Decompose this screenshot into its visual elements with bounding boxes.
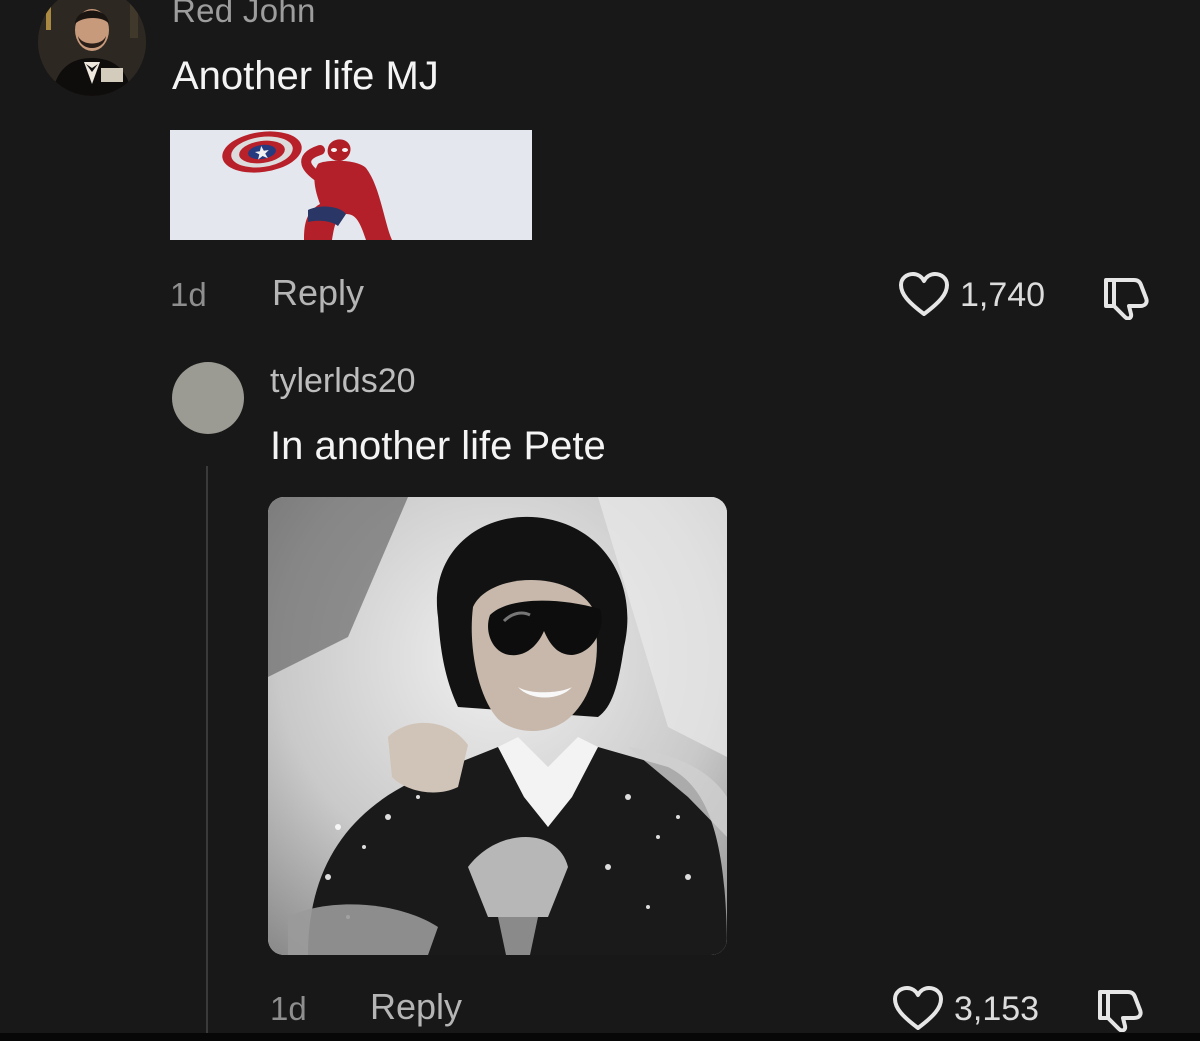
reply-username[interactable]: tylerlds20 [270, 362, 416, 401]
reply-reply-button[interactable]: Reply [370, 986, 462, 1028]
reply-like-button[interactable]: 3,153 [892, 986, 1039, 1032]
like-count: 1,740 [960, 275, 1046, 314]
avatar[interactable] [38, 0, 146, 96]
avatar-icon [38, 0, 146, 96]
comment-text: Another life MJ [172, 54, 439, 98]
comment-gif[interactable] [170, 130, 532, 240]
comment-username[interactable]: Red John [172, 0, 316, 30]
heart-icon [892, 986, 944, 1032]
reply-avatar[interactable] [172, 362, 244, 434]
spiderman-gif-icon [170, 130, 532, 240]
dislike-icon[interactable] [1100, 276, 1154, 320]
comment-time: 1d [170, 276, 207, 313]
reply-text: In another life Pete [270, 424, 606, 468]
heart-icon [898, 272, 950, 318]
bottom-edge [0, 1033, 1200, 1041]
dislike-icon[interactable] [1094, 988, 1148, 1032]
reply-photo[interactable] [268, 497, 727, 955]
reply-like-count: 3,153 [954, 989, 1040, 1028]
thread-line [206, 466, 208, 1041]
reply-button[interactable]: Reply [272, 272, 364, 314]
reply-time: 1d [270, 990, 307, 1027]
michael-jackson-photo-icon [268, 497, 727, 955]
comment-thread-screen: Red John Another life MJ 1d Reply 1,740 … [0, 0, 1200, 1041]
like-button[interactable]: 1,740 [898, 272, 1045, 318]
